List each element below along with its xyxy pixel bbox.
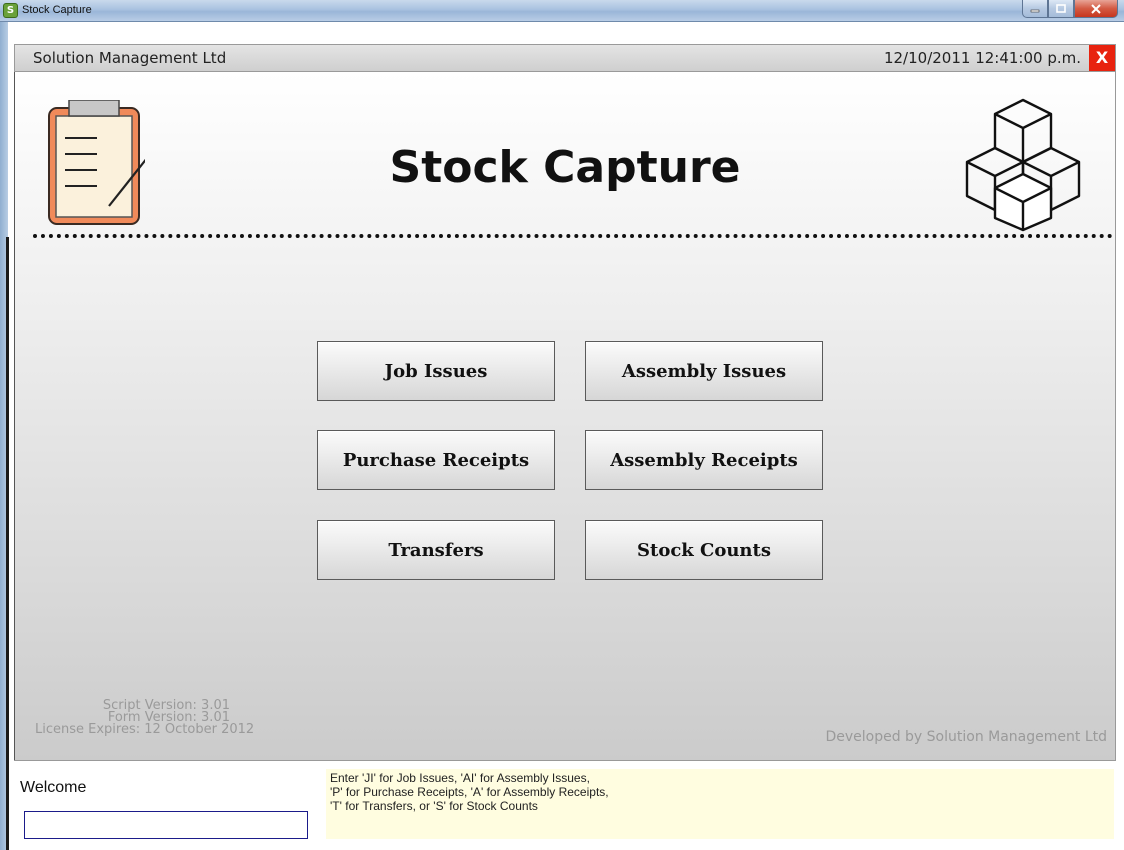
date-time: 12/10/2011 12:41:00 p.m.: [883, 49, 1081, 67]
stacked-boxes-icon: [965, 98, 1081, 232]
footer: Welcome Enter 'JI' for Job Issues, 'AI' …: [14, 760, 1116, 850]
minimize-icon: [1030, 9, 1040, 12]
main-panel: Stock Capture Job Issues Assembly Issues…: [14, 72, 1116, 760]
window-close-button[interactable]: [1074, 0, 1118, 18]
page-title: Stock Capture: [389, 142, 741, 193]
hint-line: 'P' for Purchase Receipts, 'A' for Assem…: [330, 785, 609, 799]
welcome-label: Welcome: [20, 779, 87, 796]
minimize-button[interactable]: [1022, 0, 1048, 18]
company-name: Solution Management Ltd: [33, 49, 227, 67]
hint-line: 'T' for Transfers, or 'S' for Stock Coun…: [330, 799, 538, 813]
app-close-button[interactable]: X: [1089, 45, 1115, 71]
close-icon: [1091, 3, 1101, 14]
hint-box: Enter 'JI' for Job Issues, 'AI' for Asse…: [326, 769, 1114, 839]
assembly-issues-button[interactable]: Assembly Issues: [585, 341, 823, 401]
window-title-bar[interactable]: S Stock Capture: [0, 0, 1124, 22]
maximize-icon: [1056, 4, 1066, 13]
transfers-button[interactable]: Transfers: [317, 520, 555, 580]
window-frame-left: [0, 22, 9, 850]
job-issues-button[interactable]: Job Issues: [317, 341, 555, 401]
header-bar: Solution Management Ltd 12/10/2011 12:41…: [14, 44, 1116, 72]
hint-line: Enter 'JI' for Job Issues, 'AI' for Asse…: [330, 771, 590, 785]
version-info: Script Version: 3.01 Form Version: 3.01 …: [35, 699, 315, 737]
purchase-receipts-button[interactable]: Purchase Receipts: [317, 430, 555, 490]
assembly-receipts-button[interactable]: Assembly Receipts: [585, 430, 823, 490]
window-title: Stock Capture: [22, 4, 92, 16]
license-expires: License Expires: 12 October 2012: [35, 722, 255, 737]
header-divider: [33, 234, 1113, 238]
command-input[interactable]: [24, 811, 308, 839]
maximize-button[interactable]: [1048, 0, 1074, 18]
developed-by: Developed by Solution Management Ltd: [825, 729, 1107, 745]
window-controls: [1022, 0, 1118, 19]
app-icon: S: [3, 3, 18, 18]
stock-counts-button[interactable]: Stock Counts: [585, 520, 823, 580]
